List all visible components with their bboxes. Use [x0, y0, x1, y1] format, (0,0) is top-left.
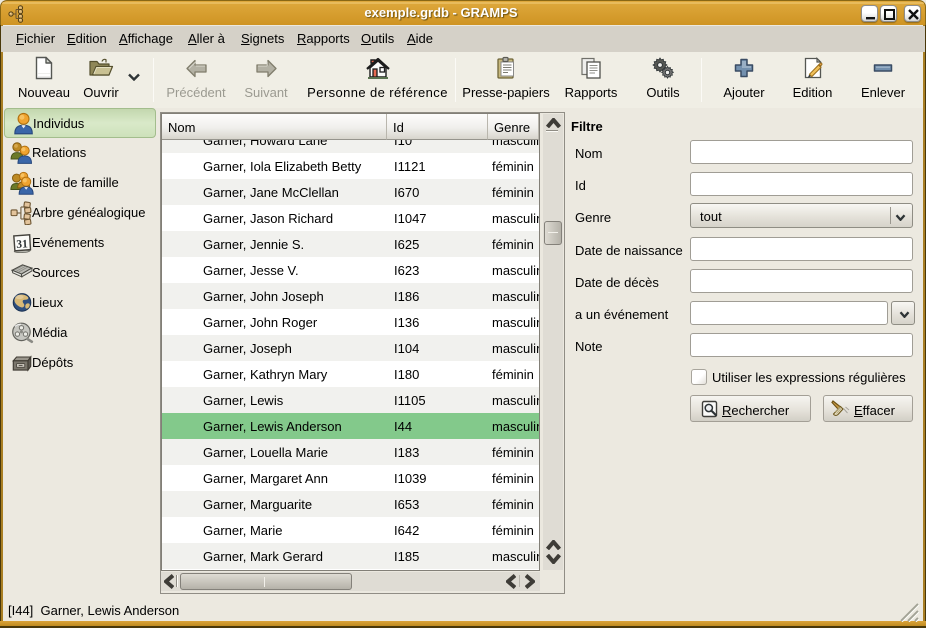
- svg-text:31: 31: [16, 238, 28, 251]
